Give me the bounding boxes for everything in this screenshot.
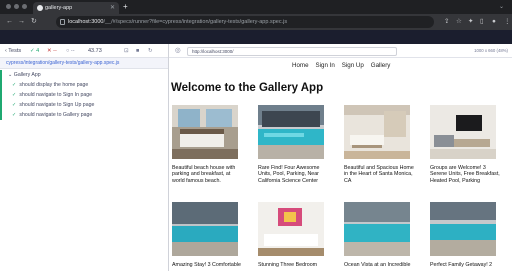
duration: 43.73 <box>88 48 102 54</box>
card-image <box>172 105 238 159</box>
profile-icon[interactable]: ● <box>492 16 496 28</box>
browser-toolbar: ← → ↻ localhost:3000/__/#/specs/runner?f… <box>0 14 512 30</box>
gallery-card[interactable]: Perfect Family Getaway! 2 <box>430 202 510 268</box>
gallery-card[interactable]: Groups are Welcome! 3 Serene Units, Free… <box>430 105 510 184</box>
card-title: Rare Find! Four Awesome Units, Pool, Par… <box>258 165 320 184</box>
failed-count: ✕ -- <box>47 48 57 54</box>
address-bar[interactable]: localhost:3000/__/#/specs/runner?file=cy… <box>56 16 434 28</box>
gallery-card[interactable]: Amazing Stay! 3 Comfortable <box>172 202 252 268</box>
gallery-card[interactable]: Rare Find! Four Awesome Units, Pool, Par… <box>258 105 338 184</box>
test-suite: ⌄ Gallery App ✓ should display the home p… <box>0 70 168 120</box>
reload-icon[interactable]: ↻ <box>31 16 37 28</box>
url-path: /__/#/specs/runner?file=cypress/integrat… <box>103 19 288 25</box>
test-row[interactable]: ✓ should navigate to Sign Up page <box>0 100 168 110</box>
window-controls[interactable] <box>6 4 27 9</box>
pending-count: ○ -- <box>66 48 75 54</box>
nav-sign-in[interactable]: Sign In <box>316 62 335 69</box>
test-row[interactable]: ✓ should display the home page <box>0 80 168 90</box>
extensions-icon[interactable]: ✦ <box>468 16 473 28</box>
runner-stats-bar: ‹ Tests ✓ 4 ✕ -- ○ -- 43.73 ⊡ ■ ↻ <box>0 44 168 58</box>
card-title: Groups are Welcome! 3 Serene Units, Free… <box>430 165 500 184</box>
back-arrow-icon[interactable]: ← <box>6 16 13 28</box>
stop-icon[interactable]: ■ <box>136 44 139 58</box>
card-title: Perfect Family Getaway! 2 <box>430 262 493 268</box>
card-image <box>344 105 410 159</box>
gallery-card[interactable]: Beautiful and Spacious Home in the Heart… <box>344 105 424 184</box>
gallery-card[interactable]: Stunning Three Bedroom <box>258 202 338 268</box>
tab-search-icon[interactable]: ⌄ <box>499 3 504 10</box>
browser-tab-strip: gallery-app ✕ + ⌄ <box>0 0 512 14</box>
suite-title[interactable]: ⌄ Gallery App <box>0 70 168 80</box>
test-row[interactable]: ✓ should navigate to Gallery page <box>0 110 168 120</box>
nav-home[interactable]: Home <box>292 62 309 69</box>
bookmark-star-icon[interactable]: ☆ <box>456 16 462 28</box>
share-icon[interactable]: ⇪ <box>444 16 449 28</box>
gallery-card[interactable]: Ocean Vista at an Incredible <box>344 202 424 268</box>
test-row[interactable]: ✓ should navigate to Sign In page <box>0 90 168 100</box>
app-preview: Home Sign In Sign Up Gallery Welcome to … <box>169 58 512 271</box>
spec-file-path[interactable]: cypress/integration/gallery-tests/galler… <box>0 58 168 69</box>
pass-check-icon: ✓ <box>12 82 17 88</box>
pass-check-icon: ✓ <box>12 102 17 108</box>
card-title: Beautiful beach house with parking and b… <box>172 165 236 184</box>
nav-gallery[interactable]: Gallery <box>371 62 391 69</box>
auto-scroll-icon[interactable]: ⊡ <box>124 44 129 58</box>
card-image <box>258 105 324 159</box>
forward-arrow-icon[interactable]: → <box>18 16 25 28</box>
pass-check-icon: ✓ <box>12 112 17 118</box>
card-image <box>258 202 324 256</box>
tab-favicon-icon <box>37 5 43 11</box>
sidebar-icon[interactable]: ▯ <box>480 16 484 28</box>
browser-tab[interactable]: gallery-app ✕ <box>33 2 119 14</box>
card-title: Beautiful and Spacious Home in the Heart… <box>344 165 414 184</box>
card-title: Amazing Stay! 3 Comfortable <box>172 262 241 268</box>
viewport-size: 1000 x 660 (48%) <box>474 48 508 53</box>
page-title: Welcome to the Gallery App <box>171 82 324 94</box>
tab-title: gallery-app <box>45 5 73 11</box>
card-title: Ocean Vista at an Incredible <box>344 262 411 268</box>
card-image <box>172 202 238 256</box>
pass-check-icon: ✓ <box>12 92 17 98</box>
back-to-tests-button[interactable]: ‹ Tests <box>5 44 21 58</box>
nav-sign-up[interactable]: Sign Up <box>342 62 364 69</box>
aut-header: ◎ http://localhost:3000/ 1000 x 660 (48%… <box>169 44 512 58</box>
url-host: localhost:3000 <box>68 19 104 25</box>
page-info-icon[interactable] <box>60 19 65 25</box>
app-nav: Home Sign In Sign Up Gallery <box>292 62 390 69</box>
restart-icon[interactable]: ↻ <box>148 44 153 58</box>
aut-url-field[interactable]: http://localhost:3000/ <box>187 47 397 56</box>
card-title: Stunning Three Bedroom <box>258 262 318 268</box>
menu-icon[interactable]: ⋮ <box>504 16 511 28</box>
card-image <box>430 105 496 159</box>
gallery-card[interactable]: Beautiful beach house with parking and b… <box>172 105 252 184</box>
selector-playground-icon[interactable]: ◎ <box>175 46 181 56</box>
card-image <box>430 202 496 256</box>
new-tab-button[interactable]: + <box>123 2 128 12</box>
tab-close-icon[interactable]: ✕ <box>110 2 115 14</box>
cypress-top-strip <box>0 30 512 44</box>
passed-count: ✓ 4 <box>30 48 40 54</box>
card-image <box>344 202 410 256</box>
